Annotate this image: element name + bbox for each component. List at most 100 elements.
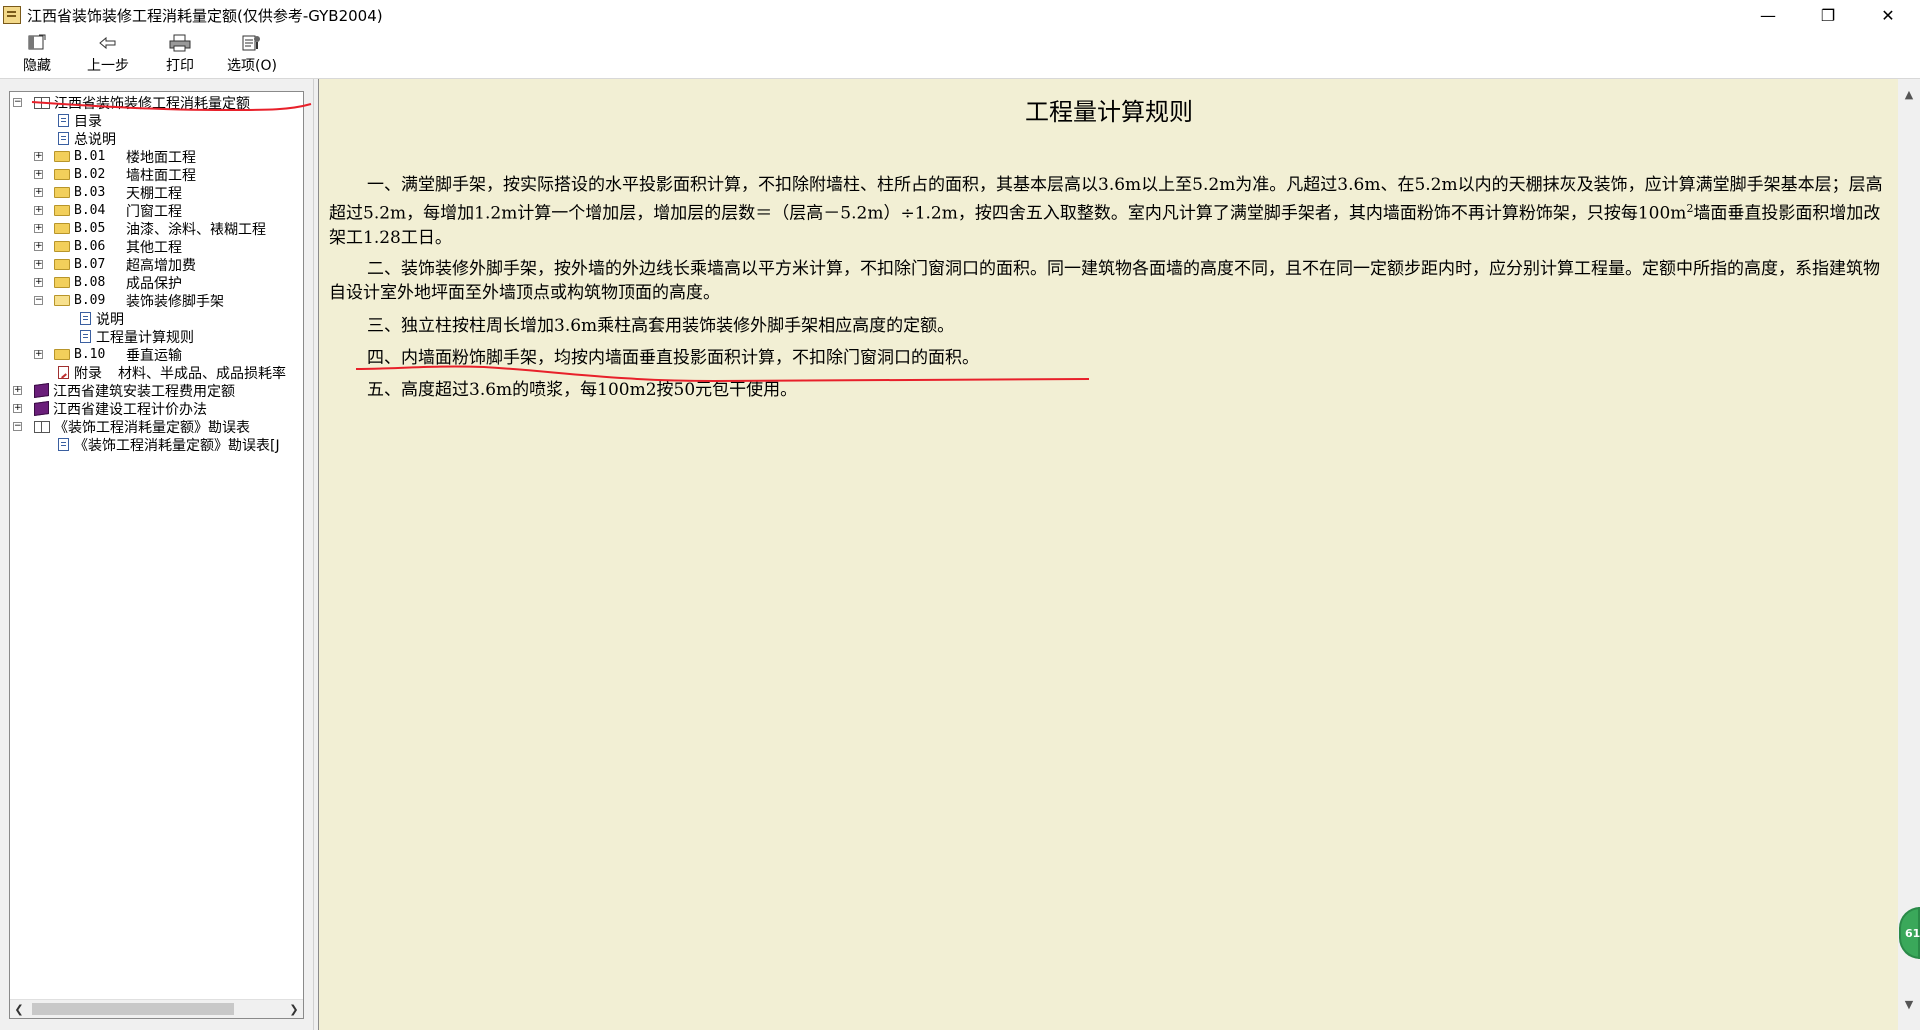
chapter-name: 楼地面工程 bbox=[126, 149, 196, 166]
hide-button[interactable]: 隐藏 bbox=[18, 32, 56, 76]
open-book-icon bbox=[34, 96, 50, 109]
tree-item-chapter-expanded[interactable]: − B.09 装饰装修脚手架 bbox=[10, 292, 224, 310]
rule-paragraph-2: 二、装饰装修外脚手架，按外墙的外边线长乘墙高以平方米计算，不扣除门窗洞口的面积。… bbox=[329, 259, 1880, 303]
document-title: 工程量计算规则 bbox=[1025, 98, 1193, 126]
appendix-name: 材料、半成品、成品损耗率 bbox=[118, 365, 286, 382]
badge-text: 61 bbox=[1905, 926, 1920, 940]
expand-icon[interactable]: + bbox=[13, 404, 22, 413]
tree-item-chapter[interactable]: + B.04 门窗工程 bbox=[10, 202, 182, 220]
expand-icon[interactable]: + bbox=[34, 260, 43, 269]
expand-icon[interactable]: + bbox=[34, 206, 43, 215]
folder-icon bbox=[54, 223, 70, 234]
rule-paragraph-1: 一、满堂脚手架，按实际搭设的水平投影面积计算，不扣除附墙柱、柱所占的面积，其基本… bbox=[329, 173, 1887, 250]
tree-item-chapter[interactable]: + B.03 天棚工程 bbox=[10, 184, 182, 202]
expand-icon[interactable]: + bbox=[34, 350, 43, 359]
tree-item-book-expanded[interactable]: − 《装饰工程消耗量定额》勘误表 bbox=[10, 418, 250, 436]
chapter-name: 成品保护 bbox=[126, 275, 182, 292]
tree-item-b09-note[interactable]: 说明 bbox=[80, 310, 124, 328]
tree-item-chapter[interactable]: + B.08 成品保护 bbox=[10, 274, 182, 292]
print-button[interactable]: 打印 bbox=[163, 32, 197, 76]
tree-item-general[interactable]: 总说明 bbox=[58, 130, 116, 148]
tree-item-appendix[interactable]: 附录 材料、半成品、成品损耗率 bbox=[58, 364, 286, 382]
back-button[interactable]: 上一步 bbox=[84, 32, 132, 76]
options-label: 选项(O) bbox=[227, 58, 277, 74]
expand-icon[interactable]: + bbox=[34, 170, 43, 179]
chapter-name: 超高增加费 bbox=[126, 257, 196, 274]
collapse-icon[interactable]: − bbox=[13, 422, 22, 431]
page-icon bbox=[58, 114, 69, 127]
tree-item-chapter[interactable]: + B.06 其他工程 bbox=[10, 238, 182, 256]
options-button[interactable]: 选项(O) bbox=[225, 32, 279, 76]
minimize-button[interactable]: — bbox=[1745, 0, 1791, 30]
options-icon bbox=[241, 32, 263, 54]
tree-item-toc[interactable]: 目录 bbox=[58, 112, 102, 130]
hide-label: 隐藏 bbox=[23, 58, 51, 74]
chapter-code: B.08 bbox=[74, 275, 106, 290]
collapse-icon[interactable]: − bbox=[13, 98, 22, 107]
chapter-code: B.03 bbox=[74, 185, 106, 200]
chapter-name: 油漆、涂料、裱糊工程 bbox=[126, 221, 266, 238]
page-icon bbox=[80, 312, 91, 325]
tree-item-book[interactable]: + 江西省建筑安装工程费用定额 bbox=[10, 382, 235, 400]
folder-icon bbox=[54, 241, 70, 252]
tree-view: − 江西省装饰装修工程消耗量定额 目录 总说明 + B.01 楼地面工程 + B… bbox=[9, 91, 312, 1019]
tree-horizontal-scrollbar[interactable]: ❮ ❯ bbox=[10, 999, 303, 1018]
open-book-icon bbox=[34, 420, 50, 433]
tree-item-chapter[interactable]: + B.02 墙柱面工程 bbox=[10, 166, 196, 184]
tree-item-errata[interactable]: 《装饰工程消耗量定额》勘误表[J bbox=[58, 436, 280, 454]
rule-paragraph-4: 四、内墙面粉饰脚手架，均按内墙面垂直投影面积计算，不扣除门窗洞口的面积。 bbox=[367, 348, 979, 368]
expand-icon[interactable]: + bbox=[34, 152, 43, 161]
scroll-thumb[interactable] bbox=[32, 1003, 234, 1015]
tree-item-chapter[interactable]: + B.05 油漆、涂料、裱糊工程 bbox=[10, 220, 266, 238]
chapter-name: 门窗工程 bbox=[126, 203, 182, 220]
hide-icon bbox=[27, 32, 47, 54]
folder-icon bbox=[54, 169, 70, 180]
tree-item-root-book[interactable]: − 江西省装饰装修工程消耗量定额 bbox=[10, 94, 250, 112]
rule-paragraph-3: 三、独立柱按柱周长增加3.6m乘柱高套用装饰装修外脚手架相应高度的定额。 bbox=[367, 316, 955, 336]
back-label: 上一步 bbox=[87, 58, 129, 74]
maximize-icon: ❐ bbox=[1820, 5, 1836, 25]
expand-icon[interactable]: + bbox=[34, 224, 43, 233]
expand-icon[interactable]: + bbox=[34, 278, 43, 287]
rule-text: 一、满堂脚手架，按实际搭设的水平投影面积计算，不扣除附墙柱、柱所占的面积，其基本… bbox=[329, 175, 1883, 224]
scroll-up-icon[interactable]: ▲ bbox=[1898, 85, 1920, 103]
scroll-down-icon[interactable]: ▼ bbox=[1898, 995, 1920, 1013]
chapter-name: 垂直运输 bbox=[126, 347, 182, 364]
tree-item-chapter[interactable]: + B.01 楼地面工程 bbox=[10, 148, 196, 166]
expand-icon[interactable]: + bbox=[34, 188, 43, 197]
scroll-right-icon[interactable]: ❯ bbox=[286, 1001, 302, 1017]
close-button[interactable]: ✕ bbox=[1865, 0, 1911, 30]
maximize-button[interactable]: ❐ bbox=[1805, 0, 1851, 30]
chapter-name: 天棚工程 bbox=[126, 185, 182, 202]
book-icon bbox=[34, 400, 49, 417]
minimize-icon: — bbox=[1760, 5, 1776, 25]
tree-item-b09-rules-selected[interactable]: 工程量计算规则 bbox=[80, 328, 194, 346]
rule-paragraph-5: 五、高度超过3.6m的喷浆，每100m2按50元包干使用。 bbox=[367, 380, 798, 400]
open-folder-icon bbox=[54, 295, 70, 306]
tree-item-chapter[interactable]: + B.10 垂直运输 bbox=[10, 346, 182, 364]
folder-icon bbox=[54, 205, 70, 216]
chapter-code: B.05 bbox=[74, 221, 106, 236]
tree-label: 说明 bbox=[96, 311, 124, 328]
chapter-code: B.09 bbox=[74, 293, 106, 308]
page-icon bbox=[58, 132, 69, 145]
tree-item-book[interactable]: + 江西省建设工程计价办法 bbox=[10, 400, 207, 418]
document-view: 工程量计算规则 一、满堂脚手架，按实际搭设的水平投影面积计算，不扣除附墙柱、柱所… bbox=[318, 79, 1898, 1030]
folder-icon bbox=[54, 277, 70, 288]
chapter-code: B.02 bbox=[74, 167, 106, 182]
scroll-left-icon[interactable]: ❮ bbox=[11, 1001, 27, 1017]
chapter-name: 墙柱面工程 bbox=[126, 167, 196, 184]
tree-label: 《装饰工程消耗量定额》勘误表 bbox=[54, 419, 250, 436]
book-icon bbox=[34, 382, 49, 399]
tree-label: 江西省建筑安装工程费用定额 bbox=[53, 383, 235, 400]
tree-label: 江西省装饰装修工程消耗量定额 bbox=[54, 95, 250, 112]
chapter-code: B.10 bbox=[74, 347, 106, 362]
collapse-icon[interactable]: − bbox=[34, 296, 43, 305]
tree-item-chapter[interactable]: + B.07 超高增加费 bbox=[10, 256, 196, 274]
close-icon: ✕ bbox=[1881, 5, 1895, 25]
document-vertical-scrollbar[interactable]: ▲ ▼ bbox=[1898, 79, 1920, 1030]
chapter-code: B.04 bbox=[74, 203, 106, 218]
folder-icon bbox=[54, 349, 70, 360]
expand-icon[interactable]: + bbox=[34, 242, 43, 251]
expand-icon[interactable]: + bbox=[13, 386, 22, 395]
